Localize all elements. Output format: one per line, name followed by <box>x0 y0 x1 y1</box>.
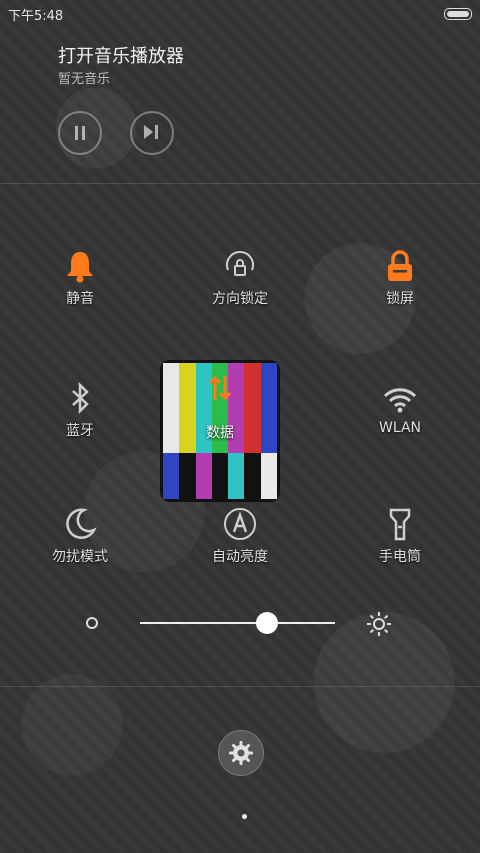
toggle-bluetooth[interactable]: 蓝牙 <box>20 378 140 440</box>
toggle-label: 勿扰模式 <box>52 549 108 565</box>
bluetooth-icon <box>72 381 89 415</box>
toggle-label: 自动亮度 <box>212 549 268 565</box>
battery-icon <box>444 8 472 20</box>
wifi-icon <box>383 388 417 413</box>
data-transfer-icon <box>208 375 232 401</box>
toggle-auto-brightness[interactable]: 自动亮度 <box>180 504 300 566</box>
toggle-lock-screen[interactable]: 锁屏 <box>340 246 460 308</box>
status-time: 下午5:48 <box>8 9 64 24</box>
toggle-label: 蓝牙 <box>66 423 94 439</box>
divider <box>0 183 480 184</box>
brightness-low-icon <box>86 617 98 629</box>
brightness-high-icon <box>367 612 391 636</box>
toggle-label: WLAN <box>378 420 421 436</box>
toggle-do-not-disturb[interactable]: 勿扰模式 <box>20 504 140 566</box>
moon-icon <box>66 508 97 540</box>
toggle-label: 方向锁定 <box>212 291 268 307</box>
toggle-flashlight[interactable]: 手电筒 <box>340 504 460 566</box>
toggle-label: 锁屏 <box>386 291 414 307</box>
brightness-slider-thumb[interactable] <box>255 612 278 634</box>
bell-icon <box>67 252 93 283</box>
test-pattern-lower <box>163 453 277 499</box>
toggle-wlan[interactable]: WLAN <box>340 378 460 436</box>
status-bar: 下午5:48 <box>0 0 480 26</box>
rotation-lock-icon <box>226 251 254 276</box>
pause-icon[interactable] <box>58 111 102 155</box>
settings-gear-icon[interactable] <box>218 730 264 776</box>
toggle-label: 数据 <box>206 425 234 441</box>
toggle-silent[interactable]: 静音 <box>20 246 140 308</box>
music-player-title[interactable]: 打开音乐播放器 <box>58 42 184 68</box>
padlock-icon <box>388 250 412 281</box>
flashlight-icon <box>389 508 411 541</box>
toggle-label: 手电筒 <box>379 549 421 565</box>
toggle-rotation-lock[interactable]: 方向锁定 <box>180 246 300 308</box>
toggle-label: 静音 <box>66 291 94 307</box>
toggle-data[interactable]: 数据 <box>160 360 280 502</box>
brightness-slider-track[interactable] <box>140 622 335 624</box>
next-track-icon[interactable] <box>130 111 174 155</box>
page-indicator-dot <box>242 814 247 819</box>
music-status: 暂无音乐 <box>58 72 111 87</box>
auto-brightness-icon <box>224 508 256 540</box>
divider <box>0 686 480 687</box>
